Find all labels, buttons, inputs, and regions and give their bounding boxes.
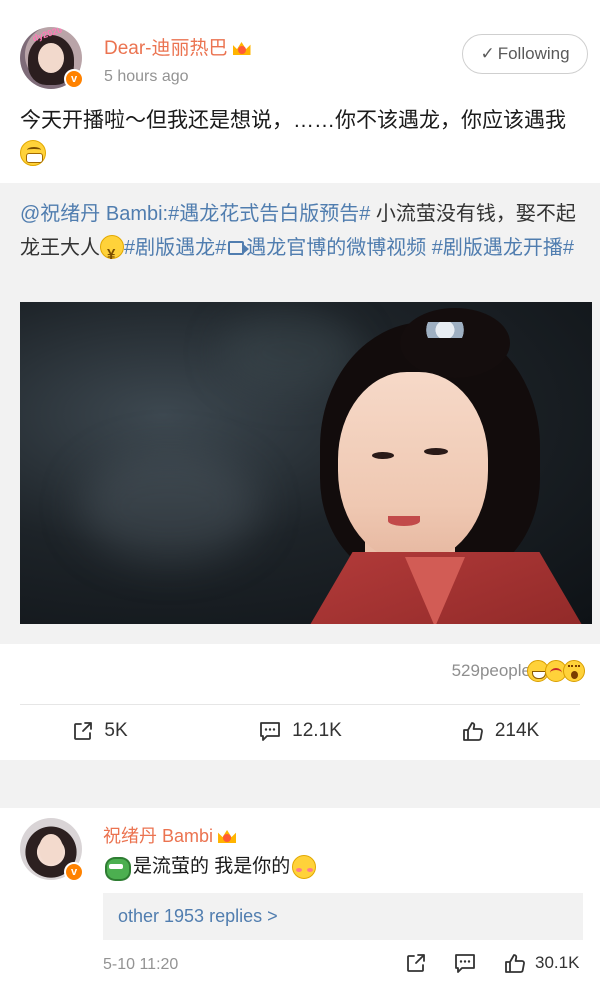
check-icon: ✓ [480,44,495,63]
comment-count: 12.1K [292,720,342,741]
repost-author-link[interactable]: @祝绪丹 Bambi: [20,203,168,225]
share-icon[interactable] [405,952,427,974]
share-button[interactable]: 5K [0,720,200,742]
divider [20,704,580,705]
hashtag-link[interactable]: #剧版遇龙开播# [426,237,574,259]
crown-vip-icon [217,826,237,844]
commenter-name[interactable]: 祝绪丹 Bambi [103,826,213,846]
verified-badge-icon: v [64,69,84,89]
grin-emoji-icon [20,140,46,166]
comment-icon[interactable] [453,952,477,974]
following-label: Following [497,44,570,63]
background-bokeh [80,452,260,562]
like-count: 214K [494,720,540,741]
share-count: 5K [104,720,128,741]
actress-face [338,372,488,562]
hairpin-ornament [415,322,475,338]
more-replies-label: other 1953 replies > [118,906,278,926]
post-author-name-row[interactable]: Dear-迪丽热巴 [104,33,252,60]
comment-icon [260,722,281,741]
video-link[interactable]: 遇龙官博的微博视频 [246,237,426,259]
hashtag-link[interactable]: #剧版遇龙# [124,237,226,259]
avatar-face [38,43,64,73]
comment-like-button[interactable]: 30.1K [503,952,579,974]
actress-lips [388,516,420,526]
post-time: 5 hours ago [104,68,189,85]
post-action-bar: 5K 12.1K 214K [0,706,600,756]
more-replies-link[interactable]: other 1953 replies > [103,893,583,940]
like-button[interactable]: 214K [400,720,600,742]
actress-hair-bun [400,308,510,378]
money-emoji-icon [100,235,124,272]
thumbs-up-icon [462,722,483,741]
comment-date: 5-10 11:20 [103,956,179,973]
actress-eye [424,448,448,455]
commenter-name-row[interactable]: 祝绪丹 Bambi [103,822,237,848]
post-text: 今天开播啦～但我还是想说，……你不该遇龙，你应该遇我 [20,109,566,132]
hashtag-link[interactable]: #遇龙花式告白版预告# [168,203,370,225]
comment-text: 是流萤的 我是你的 [133,856,291,877]
actress-eye [372,452,394,459]
comment-button[interactable]: 12.1K [200,720,400,742]
comment-body: 是流萤的 我是你的 [103,852,317,882]
dragon-emoji-icon [103,854,131,881]
post-author-name[interactable]: Dear-迪丽热巴 [104,38,228,59]
post-body: 今天开播啦～但我还是想说，……你不该遇龙，你应该遇我 [20,104,590,172]
verified-badge-icon: v [64,862,84,882]
video-thumbnail[interactable] [20,302,592,624]
comment-like-count: 30.1K [535,953,580,972]
reactions-summary[interactable]: 529people [452,660,585,682]
video-icon [228,241,250,255]
share-icon [74,722,93,740]
blush-emoji-icon [292,855,317,879]
thumbs-up-icon [505,954,525,973]
comment-action-bar: 30.1K [405,952,579,974]
section-separator [0,760,600,808]
crown-vip-icon [232,38,252,56]
reactions-count: 529people [451,661,531,680]
avatar-face [39,834,63,864]
wow-emoji-icon [563,660,585,682]
following-button[interactable]: ✓ Following [462,34,588,74]
repost-text: @祝绪丹 Bambi:#遇龙花式告白版预告# 小流萤没有钱，娶不起龙王大人#剧版… [20,197,590,272]
